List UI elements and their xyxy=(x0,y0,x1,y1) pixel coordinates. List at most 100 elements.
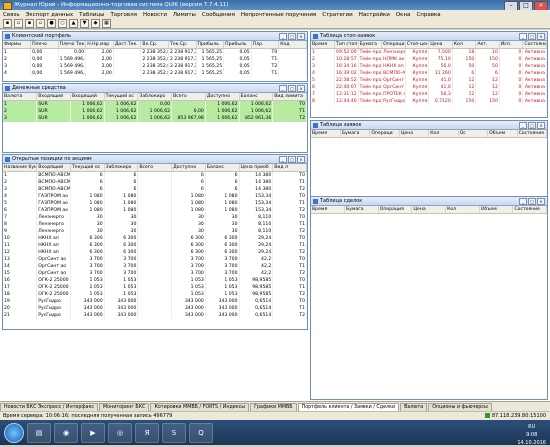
table-row[interactable]: 109:52:00Тейк-профитЛенэнерго [МБ ФР: Т+… xyxy=(311,48,547,56)
column-header[interactable]: Кол xyxy=(428,130,459,138)
column-header[interactable]: Текущий ос xyxy=(104,93,139,101)
column-header[interactable]: Код xyxy=(278,41,307,49)
table-row[interactable]: 11 НКНХ ап 6 300 6 300 6 300 6 300 29,24 T1 xyxy=(3,242,307,249)
table-row[interactable]: 622:40:07Тейк-профитОргСинт ао [МБ ФР: Т… xyxy=(311,84,547,91)
column-header[interactable]: Цена xyxy=(411,206,447,214)
table-row[interactable]: 812:44:40Тейк-профитРусГидро [МБ ФР: Т+]… xyxy=(311,98,547,105)
table-row[interactable]: 3 ВСМПО-АВСМ 6 6 6 6 14 380 T2 xyxy=(3,186,307,193)
tray-date[interactable]: 14.10.2016 xyxy=(517,439,546,447)
table-row[interactable]: 20 РусГидро 343 000 343 000 343 000 343 000 0,… xyxy=(3,305,307,312)
menu-item[interactable]: Окна xyxy=(393,12,414,18)
maximize-icon[interactable]: □ xyxy=(288,156,296,163)
disconnect-icon[interactable]: ○ xyxy=(58,19,67,28)
table-row[interactable]: 6 ГАЗПРОМ ао 1 080 1 080 1 080 1 080 153,34 T2 xyxy=(3,207,307,214)
table-row[interactable]: 712:31:12Тейк-профитПРОТЕК ао [МБ ФР: Т+… xyxy=(311,91,547,98)
column-header[interactable]: Прибыль xyxy=(223,41,252,49)
column-header[interactable]: Исп. xyxy=(499,41,524,49)
menu-item[interactable]: Сообщения xyxy=(199,12,238,18)
save-icon[interactable]: ▪ xyxy=(25,19,34,28)
table-row[interactable]: 1 ВСМПО-АВСМ 6 6 6 6 14 380 T0 xyxy=(3,171,307,179)
table-row[interactable]: 3 SUR 1 006,62 1 006,62 1 006,62 853 967,98 1 … xyxy=(3,115,307,122)
table-row[interactable]: 10,000,002,002 238 352,892 238 917,341 5… xyxy=(3,48,307,56)
stop-order-icon[interactable]: ▼ xyxy=(80,19,89,28)
table-row[interactable]: 210:28:57Тейк-профитНЛМК ао [МБ ФР: Т+]К… xyxy=(311,56,547,63)
chrome-icon[interactable]: ◎ xyxy=(108,422,132,443)
column-header[interactable]: Плечо xyxy=(30,41,59,49)
column-header[interactable]: Входящий xyxy=(36,93,71,101)
minimize-icon[interactable]: _ xyxy=(279,85,287,92)
open-icon[interactable]: ▫ xyxy=(14,19,23,28)
column-header[interactable]: Заблокиро xyxy=(137,93,173,101)
column-header[interactable]: Время xyxy=(311,41,336,49)
table-row[interactable]: 8 Ленэнерго 30 30 30 30 8,110 T1 xyxy=(3,221,307,228)
column-header[interactable]: Кол xyxy=(452,41,477,49)
maximize-icon[interactable]: □ xyxy=(528,198,536,205)
table-row[interactable]: 16 ОГК-2 25000 1 053 1 053 1 053 1 053 98,9585… xyxy=(3,277,307,284)
table-row[interactable]: 20,001 569 496,322,00 2 238 352,892 238 9… xyxy=(3,56,307,63)
column-header[interactable]: Входящий xyxy=(36,164,71,172)
money-window-title[interactable]: Денежные средства _ □ × xyxy=(3,84,307,93)
close-icon[interactable]: × xyxy=(537,198,545,205)
table-row[interactable]: 4 ГАЗПРОМ ао 1 080 1 080 1 080 1 080 153,34 T0 xyxy=(3,193,307,200)
column-header[interactable]: Доступно xyxy=(205,93,240,101)
column-header[interactable]: Плр. xyxy=(251,41,280,49)
quik-icon[interactable]: Q xyxy=(189,422,213,443)
column-header[interactable]: Бумага xyxy=(340,130,371,138)
maximize-icon[interactable]: □ xyxy=(528,33,536,40)
order-icon[interactable]: ▲ xyxy=(69,19,78,28)
table-row[interactable]: 9 Ленэнерго 30 30 30 30 8,110 T2 xyxy=(3,228,307,235)
chart-icon[interactable]: ◆ xyxy=(91,19,100,28)
yandex-icon[interactable]: Я xyxy=(135,422,159,443)
column-header[interactable]: Время xyxy=(311,206,346,214)
minimize-icon[interactable]: _ xyxy=(519,122,527,129)
tray-time[interactable]: 9:08 xyxy=(517,431,546,439)
new-icon[interactable]: ▪ xyxy=(3,19,12,28)
connect-icon[interactable]: ● xyxy=(47,19,56,28)
column-header[interactable]: Цена xyxy=(399,130,430,138)
column-header[interactable]: Плечо Тек. xyxy=(58,41,87,49)
column-header[interactable]: Время xyxy=(311,130,341,138)
maximize-icon[interactable]: □ xyxy=(528,122,536,129)
column-header[interactable]: Объем xyxy=(479,206,514,214)
close-icon[interactable]: × xyxy=(537,122,545,129)
column-header[interactable]: Вх.Ср. xyxy=(140,41,169,49)
table-row[interactable]: 12 НКНХ ап 6 300 6 300 6 300 6 300 29,24 T2 xyxy=(3,249,307,256)
start-button[interactable] xyxy=(4,422,24,443)
column-header[interactable]: Валюта xyxy=(3,93,38,101)
column-header[interactable]: Ос xyxy=(458,130,489,138)
table-row[interactable]: 13 ОргСинт ао 3 700 3 700 3 700 3 700 42,2 T0 xyxy=(3,256,307,263)
maximize-icon[interactable]: □ xyxy=(288,33,296,40)
column-header[interactable]: Вид лимита xyxy=(272,93,307,101)
table-row[interactable]: 21 РусГидро 343 000 343 000 343 000 343 000 0,… xyxy=(3,312,307,319)
menu-item[interactable]: Новости xyxy=(140,12,170,18)
menu-item[interactable]: Экспорт данных xyxy=(23,12,77,18)
table-row[interactable]: 30,001 569 496,322,00 2 238 352,892 238 9… xyxy=(3,63,307,70)
close-icon[interactable]: × xyxy=(297,33,305,40)
table-row[interactable]: 7 Ленэнерго 30 30 30 30 8,110 T0 xyxy=(3,214,307,221)
column-header[interactable]: Вид л xyxy=(272,164,307,172)
close-icon[interactable]: × xyxy=(297,156,305,163)
trades-window-title[interactable]: Таблица сделок _ □ × xyxy=(311,197,547,206)
table-row[interactable]: 10 НКНХ ап 6 300 6 300 6 300 6 300 29,24 T0 xyxy=(3,235,307,242)
column-header[interactable]: Н.Нр.мар xyxy=(85,41,114,49)
table-row[interactable]: 1 SUR 1 006,62 1 006,62 0,00 1 006,62 1 006,62… xyxy=(3,100,307,108)
table-row[interactable]: 19 РусГидро 343 000 343 000 343 000 343 000 0,… xyxy=(3,298,307,305)
column-header[interactable]: Заблокиро xyxy=(104,164,139,172)
table-row[interactable]: 14 ОргСинт ао 3 700 3 700 3 700 3 700 42,2 T1 xyxy=(3,263,307,270)
column-header[interactable]: Цена приоб xyxy=(239,164,274,172)
column-header[interactable]: Название бум xyxy=(3,164,38,172)
column-header[interactable]: Стоп-цен xyxy=(405,41,430,49)
table-row[interactable]: 416:39:02Тейк-профитВСМПО-АВСМ [МБ ФР: Т… xyxy=(311,70,547,77)
column-header[interactable]: Акт. xyxy=(475,41,500,49)
column-header[interactable]: Объем xyxy=(487,130,518,138)
minimize-icon[interactable]: _ xyxy=(279,33,287,40)
portfolio-window-title[interactable]: Клиентский портфель _ □ × xyxy=(3,32,307,41)
minimize-icon[interactable]: _ xyxy=(519,33,527,40)
print-icon[interactable]: ▫ xyxy=(36,19,45,28)
menu-item[interactable]: Связь xyxy=(0,12,23,18)
table-row[interactable]: 2 SUR 1 006,62 1 006,62 1 006,62 0,00 1 006,62… xyxy=(3,108,307,115)
column-header[interactable]: Кол xyxy=(445,206,480,214)
column-header[interactable]: Текущий ос xyxy=(70,164,105,172)
media-icon[interactable]: ▶ xyxy=(81,422,105,443)
maximize-icon[interactable]: □ xyxy=(288,85,296,92)
